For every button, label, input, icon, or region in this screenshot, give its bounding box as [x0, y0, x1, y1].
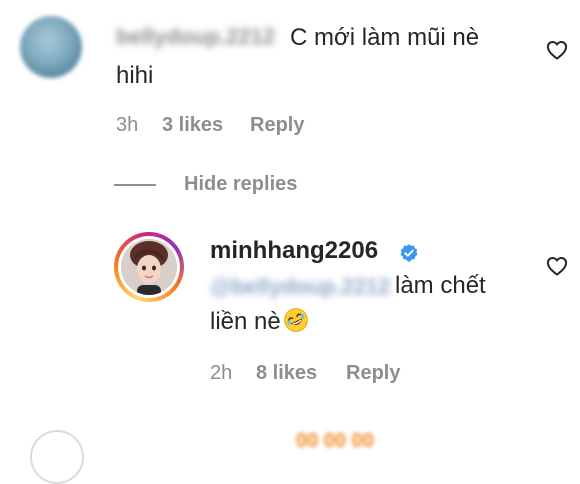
reply-mention-blurred[interactable]: @bellydoup.2212	[210, 272, 390, 302]
rolling-laughing-emoji-icon	[283, 308, 308, 332]
next-comment-blurred: 00 00 00	[296, 430, 374, 452]
comment-text-line1: C mới làm mũi nè	[290, 24, 480, 51]
verified-badge-icon	[400, 244, 418, 262]
hide-replies-divider	[114, 184, 156, 186]
reply-username[interactable]: minhhang2206	[210, 236, 378, 266]
avatar-portrait	[121, 239, 177, 295]
reply-likes-label[interactable]: 8 likes	[256, 362, 317, 384]
reply-reply-label[interactable]: Reply	[346, 362, 400, 384]
next-comment-avatar[interactable]	[30, 430, 84, 484]
reply-time: 2h	[210, 362, 233, 384]
comment-text-line2: hihi	[116, 62, 154, 89]
commenter-username-blurred[interactable]: bellydoup.2212	[116, 22, 275, 52]
heart-icon[interactable]	[546, 40, 568, 60]
comment-likes-label[interactable]: 3 likes	[162, 114, 223, 136]
comment-time: 3h	[116, 114, 139, 136]
comment-reply-button[interactable]: Reply	[250, 112, 304, 138]
comment-likes-count[interactable]: 3 likes	[162, 112, 223, 138]
reply-heart-icon[interactable]	[546, 256, 568, 276]
comment-reply-label[interactable]: Reply	[250, 114, 304, 136]
reply-text-line2: liền nè	[210, 306, 309, 338]
reply-text-line2-label: liền nè	[210, 308, 281, 335]
hide-replies-button[interactable]: Hide replies	[184, 171, 297, 197]
reply-text-line1: làm chết	[395, 272, 486, 299]
reply-likes-count[interactable]: 8 likes	[256, 360, 317, 386]
reply-reply-button[interactable]: Reply	[346, 360, 400, 386]
commenter-avatar[interactable]	[20, 16, 82, 78]
reply-avatar[interactable]	[121, 239, 177, 295]
